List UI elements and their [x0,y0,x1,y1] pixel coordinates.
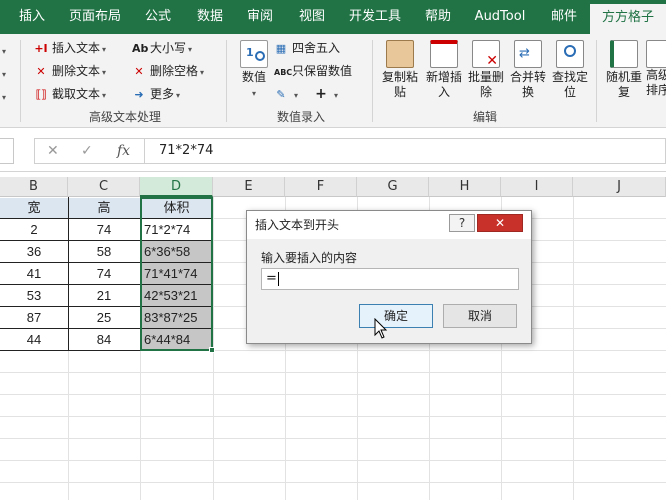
random-icon [610,40,638,68]
tab-fangfang[interactable]: 方方格子 [590,4,666,34]
arrow-right-icon: ➜ [134,88,144,101]
formula-buttons: ✕ ✓ fx [34,138,144,164]
sort-icon [646,40,666,68]
keep-value-button[interactable]: ABC只保留数值 [274,61,352,81]
ok-button[interactable]: 确定 [359,304,433,328]
add-dropdown-button[interactable]: + ▾ [314,84,338,104]
table-cell[interactable]: 74 [68,263,140,284]
ribbon-body: ▾ ▾ ▾ +Ⅰ 插入文本 ▾ ✕ 删除文本 ▾ ⟦⟧ 截取文本 ▾ Ab 大小写 ▾ ✕ 删除空… [0,34,666,128]
help-button[interactable]: ? [449,214,475,232]
table-cell[interactable]: 74 [68,219,140,240]
add-insert-button[interactable]: 新增插入 [422,40,466,106]
delete-space-button[interactable]: ✕ 删除空格 ▾ [132,61,204,81]
table-cell[interactable]: 71*2*74 [144,219,213,240]
abc-icon: ABC [274,68,293,77]
tab-mail[interactable]: 邮件 [544,0,584,34]
table-cell[interactable]: 58 [68,241,140,262]
column-header-h[interactable]: H [429,177,501,197]
merge-convert-button[interactable]: ⇄ 合并转换 [506,40,550,106]
delete-space-icon: ✕ [134,65,144,78]
insert-content-input[interactable]: = [261,268,519,290]
find-icon [556,40,584,68]
extract-text-button[interactable]: ⟦⟧ 截取文本 ▾ [34,84,106,104]
round-button[interactable]: ▦ 四舍五入 [274,38,340,58]
merge-icon: ⇄ [514,40,542,68]
name-box[interactable] [0,138,14,164]
mouse-pointer-icon [374,318,388,339]
advanced-sort-button[interactable]: 高级排序 [646,40,666,106]
tab-page-layout[interactable]: 页面布局 [62,0,128,34]
table-cell[interactable]: 42*53*21 [144,285,213,306]
table-cell[interactable]: 6*36*58 [144,241,213,262]
table-cell[interactable]: 53 [0,285,68,306]
tab-data[interactable]: 数据 [190,0,230,34]
overflow-chevron-icon[interactable]: ▾ [0,86,6,106]
tab-review[interactable]: 审阅 [240,0,280,34]
close-button[interactable]: ✕ [477,214,523,232]
column-header-f[interactable]: F [285,177,357,197]
copy-paste-button[interactable]: 复制粘贴 [378,40,422,106]
column-header-e[interactable]: E [213,177,285,197]
clipboard-icon [386,40,414,68]
table-cell[interactable]: 21 [68,285,140,306]
text-caret [277,271,279,286]
cancel-button[interactable]: 取消 [443,304,517,328]
case-button[interactable]: Ab 大小写 ▾ [132,38,192,58]
column-header-g[interactable]: G [357,177,429,197]
overflow-chevron-icon[interactable]: ▾ [0,40,6,60]
table-cell[interactable]: 36 [0,241,68,262]
insert-text-icon: +Ⅰ [34,42,48,55]
insert-text-button[interactable]: +Ⅰ 插入文本 ▾ [34,38,106,58]
edit-pen-icon: ✎ [276,88,286,101]
group-label-numeric: 数值录入 [276,110,325,124]
group-label-edit: 编辑 [472,110,497,124]
cancel-icon[interactable]: ✕ [47,141,59,161]
tab-developer[interactable]: 开发工具 [342,0,408,34]
tab-help[interactable]: 帮助 [418,0,458,34]
formula-input[interactable]: 71*2*74 [144,138,666,164]
plus-icon: + [315,86,327,102]
table-cell[interactable]: 87 [0,307,68,328]
header-cell-height[interactable]: 高 [68,197,140,218]
batch-delete-button[interactable]: ✕ 批量删除 [464,40,508,106]
formula-bar: ✕ ✓ fx 71*2*74 [0,128,666,172]
column-header-j[interactable]: J [573,177,666,197]
table-cell[interactable]: 2 [0,219,68,240]
column-header-d[interactable]: D [140,177,213,197]
ribbon-tab-bar: 插入 页面布局 公式 数据 审阅 视图 开发工具 帮助 AudTool 邮件 方… [0,0,666,34]
table-cell[interactable]: 71*41*74 [144,263,213,284]
confirm-icon[interactable]: ✓ [81,141,93,161]
numeric-button[interactable]: 1 数值 ▾ [232,40,276,106]
column-header-b[interactable]: B [0,177,68,197]
header-cell-width[interactable]: 宽 [0,197,68,218]
extract-text-icon: ⟦⟧ [35,88,47,101]
insert-function-icon[interactable]: fx [117,141,130,161]
tab-view[interactable]: 视图 [292,0,332,34]
tab-audtool[interactable]: AudTool [468,0,532,34]
insert-rows-icon [430,40,458,68]
table-cell[interactable]: 41 [0,263,68,284]
delete-text-button[interactable]: ✕ 删除文本 ▾ [34,61,106,81]
group-label-text: 高级文本处理 [88,110,161,124]
table-cell[interactable]: 25 [68,307,140,328]
delete-grid-icon: ✕ [472,40,500,69]
find-locate-button[interactable]: 查找定位 [548,40,592,106]
column-header-i[interactable]: I [501,177,573,197]
tab-insert[interactable]: 插入 [8,0,56,34]
prompt-label: 输入要插入的内容 [261,251,358,265]
random-repeat-button[interactable]: 随机重复 [602,40,646,106]
edit-dropdown-button[interactable]: ✎ ▾ [274,84,298,104]
tab-formulas[interactable]: 公式 [138,0,178,34]
column-header-c[interactable]: C [68,177,140,197]
case-icon: Ab [132,42,149,55]
numeric-icon: 1 [240,40,268,68]
overflow-chevron-icon[interactable]: ▾ [0,63,6,83]
table-cell[interactable]: 83*87*25 [144,307,213,328]
delete-text-icon: ✕ [36,65,46,78]
header-cell-volume[interactable]: 体积 [140,197,213,218]
insert-text-dialog: 插入文本到开头 ? ✕ 输入要插入的内容 = 确定 取消 [246,210,532,344]
more-button[interactable]: ➜ 更多 ▾ [132,84,180,104]
round-icon: ▦ [275,42,287,55]
